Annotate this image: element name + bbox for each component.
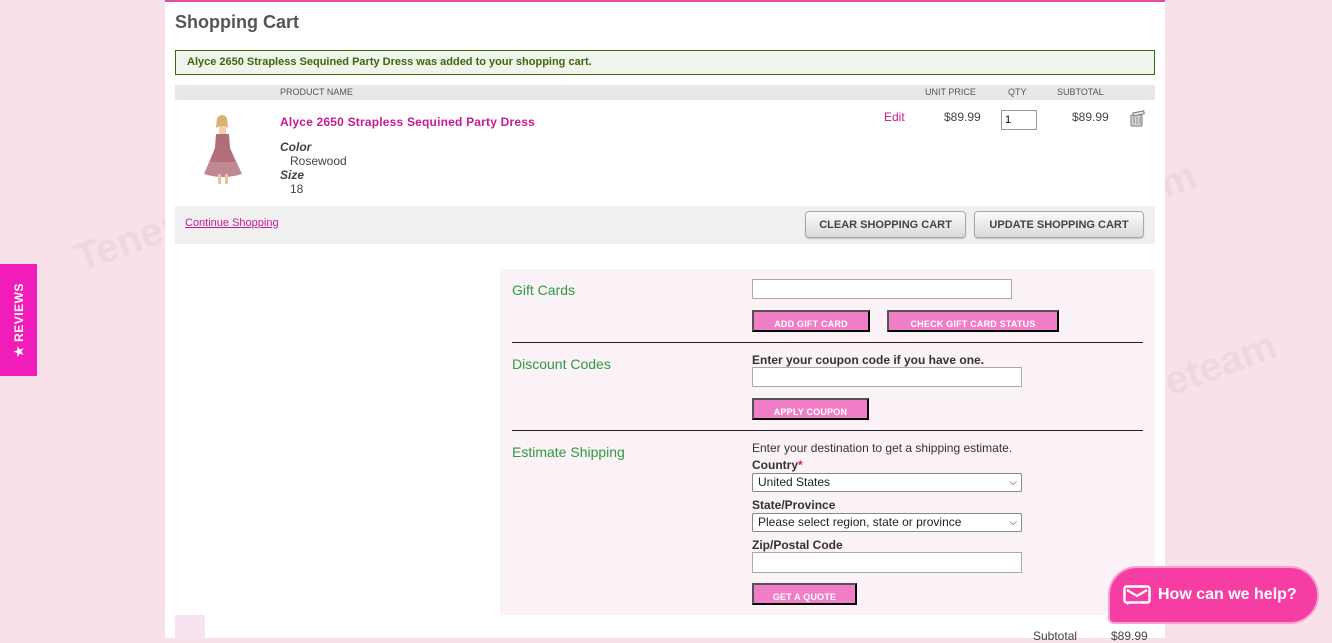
country-select[interactable]: United States ⌵	[752, 473, 1022, 492]
check-gift-card-button[interactable]: CHECK GIFT CARD STATUS	[887, 310, 1059, 332]
continue-shopping-link[interactable]: Continue Shopping	[185, 217, 279, 229]
header-subtotal: SUBTOTAL	[1057, 87, 1104, 97]
product-name-link[interactable]: Alyce 2650 Strapless Sequined Party Dres…	[280, 115, 535, 129]
trash-icon[interactable]	[1128, 109, 1146, 127]
section-divider	[512, 430, 1143, 431]
option-label-size: Size	[280, 168, 305, 182]
product-image[interactable]	[200, 112, 246, 186]
chevron-down-icon: ⌵	[1009, 517, 1017, 528]
header-unit-price: UNIT PRICE	[925, 87, 976, 97]
cart-extras-panel: Gift Cards ADD GIFT CARD CHECK GIFT CARD…	[500, 269, 1155, 615]
chat-help-button[interactable]: How can we help?	[1108, 566, 1319, 624]
chat-help-label: How can we help?	[1158, 586, 1297, 603]
option-value-color: Rosewood	[290, 154, 347, 168]
update-cart-button[interactable]: UPDATE SHOPPING CART	[974, 211, 1144, 238]
country-label: Country*	[752, 458, 803, 472]
success-message: Alyce 2650 Strapless Sequined Party Dres…	[175, 50, 1155, 75]
state-label: State/Province	[752, 498, 836, 512]
zip-code-input[interactable]	[752, 552, 1022, 573]
add-gift-card-button[interactable]: ADD GIFT CARD	[752, 310, 870, 332]
cart-page: Shopping Cart Alyce 2650 Strapless Sequi…	[165, 0, 1165, 643]
coupon-prompt: Enter your coupon code if you have one.	[752, 353, 985, 367]
state-select-value: Please select region, state or province	[758, 515, 962, 529]
get-quote-button[interactable]: GET A QUOTE	[752, 583, 857, 605]
unit-price: $89.99	[944, 110, 981, 124]
country-select-value: United States	[758, 475, 831, 489]
option-label-color: Color	[280, 140, 312, 154]
section-divider	[512, 342, 1143, 343]
shipping-prompt: Enter your destination to get a shipping…	[752, 441, 1013, 455]
chat-icon	[1123, 585, 1151, 605]
clear-cart-button[interactable]: CLEAR SHOPPING CART	[805, 211, 966, 238]
header-product-name: PRODUCT NAME	[280, 87, 353, 97]
star-icon: ★	[11, 345, 26, 357]
discount-codes-title: Discount Codes	[512, 356, 611, 372]
reviews-tab[interactable]: ★ REVIEWS	[0, 264, 37, 376]
zip-label: Zip/Postal Code	[752, 538, 843, 552]
qty-input[interactable]	[1001, 110, 1037, 130]
subtotal-label: Subtotal	[1033, 629, 1078, 643]
estimate-shipping-title: Estimate Shipping	[512, 444, 625, 460]
cart-actions-bar: Continue Shopping CLEAR SHOPPING CART UP…	[175, 206, 1155, 244]
subtotal-value: $89.99	[1111, 629, 1148, 643]
coupon-code-input[interactable]	[752, 367, 1022, 387]
reviews-tab-label: ★ REVIEWS	[11, 283, 26, 357]
gift-cards-title: Gift Cards	[512, 282, 576, 298]
gift-card-input[interactable]	[752, 279, 1012, 299]
required-marker: *	[798, 458, 803, 472]
header-qty: QTY	[1008, 87, 1027, 97]
option-value-size: 18	[290, 182, 304, 196]
chevron-down-icon: ⌵	[1009, 477, 1017, 488]
state-select[interactable]: Please select region, state or province …	[752, 513, 1022, 532]
page-title: Shopping Cart	[175, 12, 299, 32]
cart-table-header: PRODUCT NAME UNIT PRICE QTY SUBTOTAL	[175, 85, 1155, 100]
decorative-block	[175, 615, 205, 638]
item-subtotal: $89.99	[1072, 110, 1109, 124]
edit-item-link[interactable]: Edit	[884, 110, 905, 124]
apply-coupon-button[interactable]: APPLY COUPON	[752, 398, 869, 420]
